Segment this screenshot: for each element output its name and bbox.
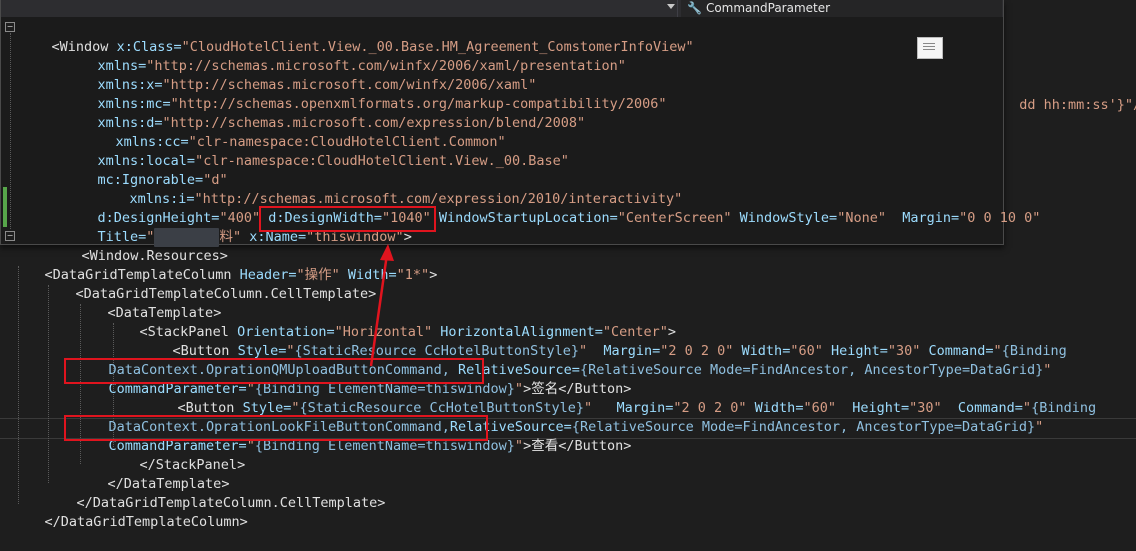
code-line: <Button Style="{StaticResource CcHotelBu… [140, 323, 1067, 359]
code-token: dd hh:mm:ss'}"/> [1019, 97, 1136, 113]
code-line: <DataTemplate> [75, 285, 222, 321]
chevron-down-icon[interactable] [667, 4, 675, 9]
code-line: xmlns:mc="http://schemas.openxmlformats.… [65, 76, 667, 112]
change-marker [3, 187, 7, 227]
code-token: " [1043, 362, 1052, 378]
code-token: </ [558, 438, 575, 454]
code-line: </DataGridTemplateColumn> [12, 494, 248, 530]
code-token: > [237, 457, 246, 473]
code-token: "0 0 10 0" [959, 210, 1041, 226]
annotation-box [259, 206, 436, 232]
annotation-box [64, 415, 488, 441]
code-line: mc:Ignorable="d" [65, 152, 228, 188]
code-line: <Window x:Class="CloudHotelClient.View._… [19, 19, 694, 55]
code-line: xmlns:x="http://schemas.microsoft.com/wi… [65, 57, 537, 93]
code-line: xmlns="http://schemas.microsoft.com/winf… [65, 38, 626, 74]
divider [677, 0, 678, 17]
code-token: DataGridTemplateColumn [60, 514, 240, 530]
code-line: <DataGridTemplateColumn.CellTemplate> [43, 266, 377, 302]
indent-guide [10, 33, 11, 229]
code-token: "None" [837, 210, 886, 226]
code-token: WindowStyle= [731, 210, 838, 226]
code-token: WindowStartupLocation= [430, 210, 618, 226]
code-token: AncestorType=DataGrid} [848, 419, 1036, 435]
code-line: </DataTemplate> [75, 456, 230, 492]
code-token: > [219, 248, 228, 264]
peek-definition-window[interactable]: 🔧 CommandParameter − − <Window x:Class="C… [0, 0, 1040, 264]
code-token: "CenterScreen" [617, 210, 732, 226]
code-token: > [429, 267, 438, 283]
thumbnail-icon [917, 37, 943, 59]
code-token: > [239, 514, 248, 530]
code-token: 查看 [531, 438, 559, 454]
code-line: xmlns:local="clr-namespace:CloudHotelCli… [65, 133, 569, 169]
code-token: > [368, 286, 377, 302]
code-token: </ [44, 514, 61, 530]
code-line: xmlns:i="http://schemas.microsoft.com/ex… [97, 171, 683, 207]
code-token: Button [574, 438, 624, 454]
code-line: <StackPanel Orientation="Horizontal" Hor… [107, 304, 677, 340]
code-token: " [1035, 419, 1044, 435]
code-token: Window.Resources [89, 248, 220, 264]
collapse-icon[interactable]: − [5, 22, 15, 32]
property-tab-label: CommandParameter [705, 1, 831, 15]
code-line: <Window.Resources> [49, 228, 228, 264]
code-token: < [81, 248, 90, 264]
code-token: > [523, 438, 532, 454]
code-token: " [514, 438, 524, 454]
peek-header: 🔧 CommandParameter [1, 0, 1003, 17]
code-line: xmlns:d="http://schemas.microsoft.com/ex… [65, 95, 586, 131]
code-token: > [623, 438, 632, 454]
collapse-icon[interactable]: − [5, 231, 15, 241]
code-token: AncestorType=DataGrid} [856, 362, 1044, 378]
code-token: "1*" [396, 267, 430, 283]
code-line: </DataGridTemplateColumn.CellTemplate> [44, 475, 386, 511]
code-token: "clr-namespace:CloudHotelClient.View._00… [195, 153, 569, 169]
wrench-icon: 🔧 [687, 1, 702, 15]
code-token: " [232, 229, 242, 245]
code-token: > [377, 495, 386, 511]
code-line-fragment: dd hh:mm:ss'}"/> [1003, 77, 1136, 113]
annotation-box [64, 358, 484, 384]
code-token: Margin= [885, 210, 960, 226]
code-line: d:DesignHeight="400" d:DesignWidth="1040… [65, 190, 1041, 226]
code-token: < [51, 39, 60, 55]
property-tab[interactable]: 🔧 CommandParameter [681, 0, 1002, 17]
code-line: xmlns:cc="clr-namespace:CloudHotelClient… [83, 114, 506, 150]
